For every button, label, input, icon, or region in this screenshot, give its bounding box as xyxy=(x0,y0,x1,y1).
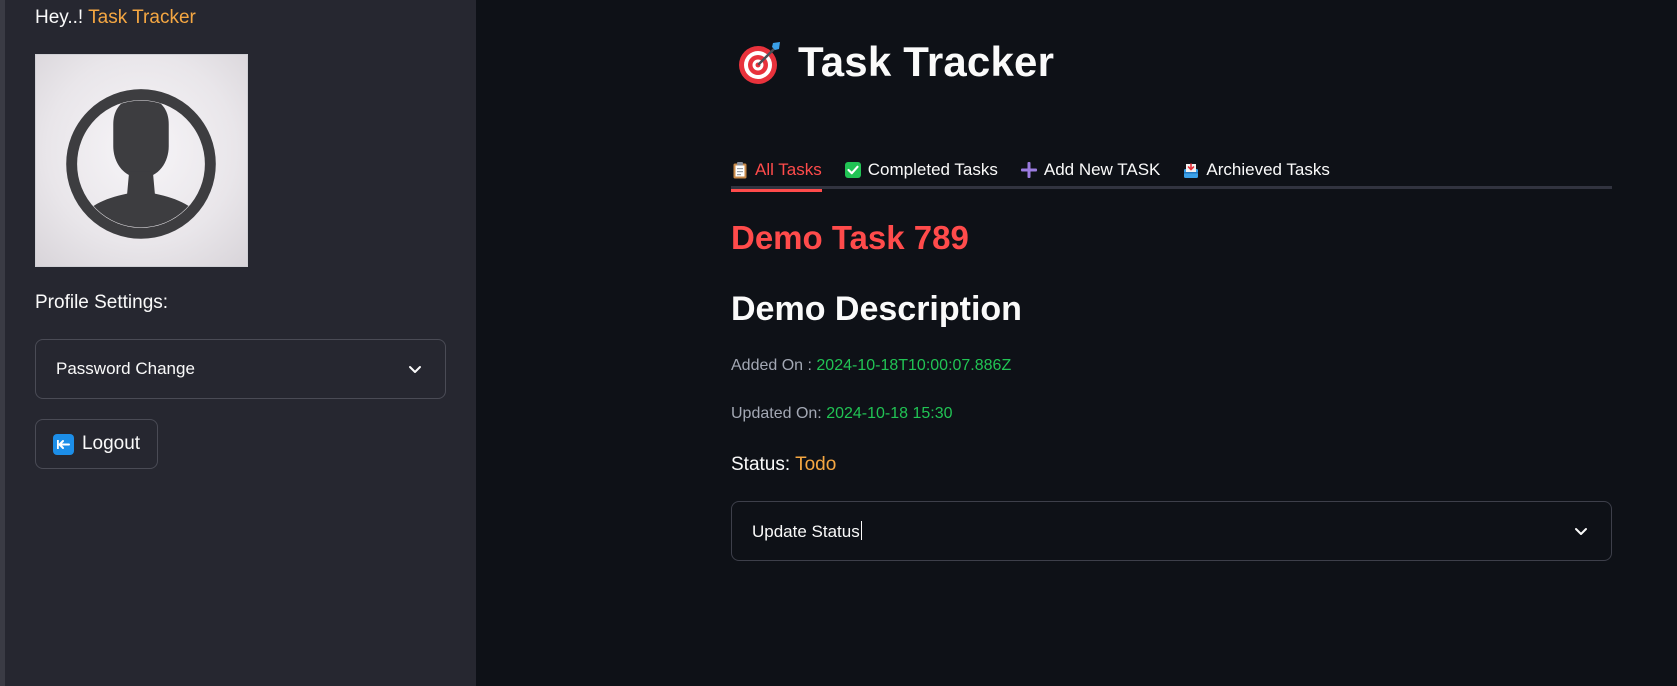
status-value: Todo xyxy=(795,454,837,475)
tab-completed-tasks[interactable]: Completed Tasks xyxy=(844,145,998,189)
tab-label: All Tasks xyxy=(755,160,822,179)
page-title: Task Tracker xyxy=(798,38,1055,85)
left-arrow-icon xyxy=(52,433,74,455)
chevron-down-icon xyxy=(409,366,421,373)
tab-add-new-task[interactable]: Add New TASK xyxy=(1020,145,1161,189)
updated-on-value: 2024-10-18 15:30 xyxy=(826,405,953,422)
task-description: Demo Description xyxy=(731,290,1022,328)
tab-archived-tasks[interactable]: Archieved Tasks xyxy=(1182,145,1330,189)
update-status-select[interactable]: Update Status xyxy=(731,501,1612,561)
added-on-value: 2024-10-18T10:00:07.886Z xyxy=(816,357,1012,374)
chevron-down-icon xyxy=(1575,528,1587,535)
password-change-select[interactable]: Password Change xyxy=(35,339,446,399)
tab-label: Completed Tasks xyxy=(867,160,998,179)
clipboard-icon xyxy=(733,162,747,179)
plus-icon xyxy=(1020,162,1037,178)
password-select-value: Password Change xyxy=(56,359,195,378)
logout-button[interactable]: Logout xyxy=(35,419,158,469)
target-dart-icon xyxy=(739,42,780,84)
inbox-tray-icon xyxy=(1184,163,1199,178)
tab-label: Add New TASK xyxy=(1043,160,1161,179)
app-root: Hey..! Task Tracker Profile Settings: Pa… xyxy=(0,0,1677,686)
user-silhouette-icon xyxy=(66,89,216,239)
greeting: Hey..! Task Tracker xyxy=(35,7,196,29)
tab-label: Archieved Tasks xyxy=(1206,160,1330,179)
greeting-prefix: Hey..! xyxy=(35,7,84,28)
status-label: Status: xyxy=(731,454,791,475)
status-line: Status: Todo xyxy=(731,454,836,476)
check-box-icon xyxy=(844,162,861,178)
tab-all-tasks[interactable]: All Tasks xyxy=(731,145,822,192)
greeting-app-name: Task Tracker xyxy=(88,7,196,28)
logout-label: Logout xyxy=(81,433,141,454)
task-title: Demo Task 789 xyxy=(731,219,969,256)
page-header: Task Tracker xyxy=(736,38,1054,86)
updated-on-label: Updated On: xyxy=(731,405,822,422)
updated-on-line: Updated On: 2024-10-18 15:30 xyxy=(731,405,953,423)
main-content: Task Tracker All Tasks Completed Tasks A… xyxy=(476,0,1677,686)
profile-settings-label: Profile Settings: xyxy=(35,292,169,313)
task-tabs: All Tasks Completed Tasks Add New TASK A… xyxy=(731,145,1612,192)
avatar xyxy=(35,54,248,267)
added-on-label: Added On : xyxy=(731,357,812,374)
sidebar: Hey..! Task Tracker Profile Settings: Pa… xyxy=(0,0,476,686)
added-on-line: Added On : 2024-10-18T10:00:07.886Z xyxy=(731,357,1011,375)
update-status-value: Update Status xyxy=(752,521,860,541)
